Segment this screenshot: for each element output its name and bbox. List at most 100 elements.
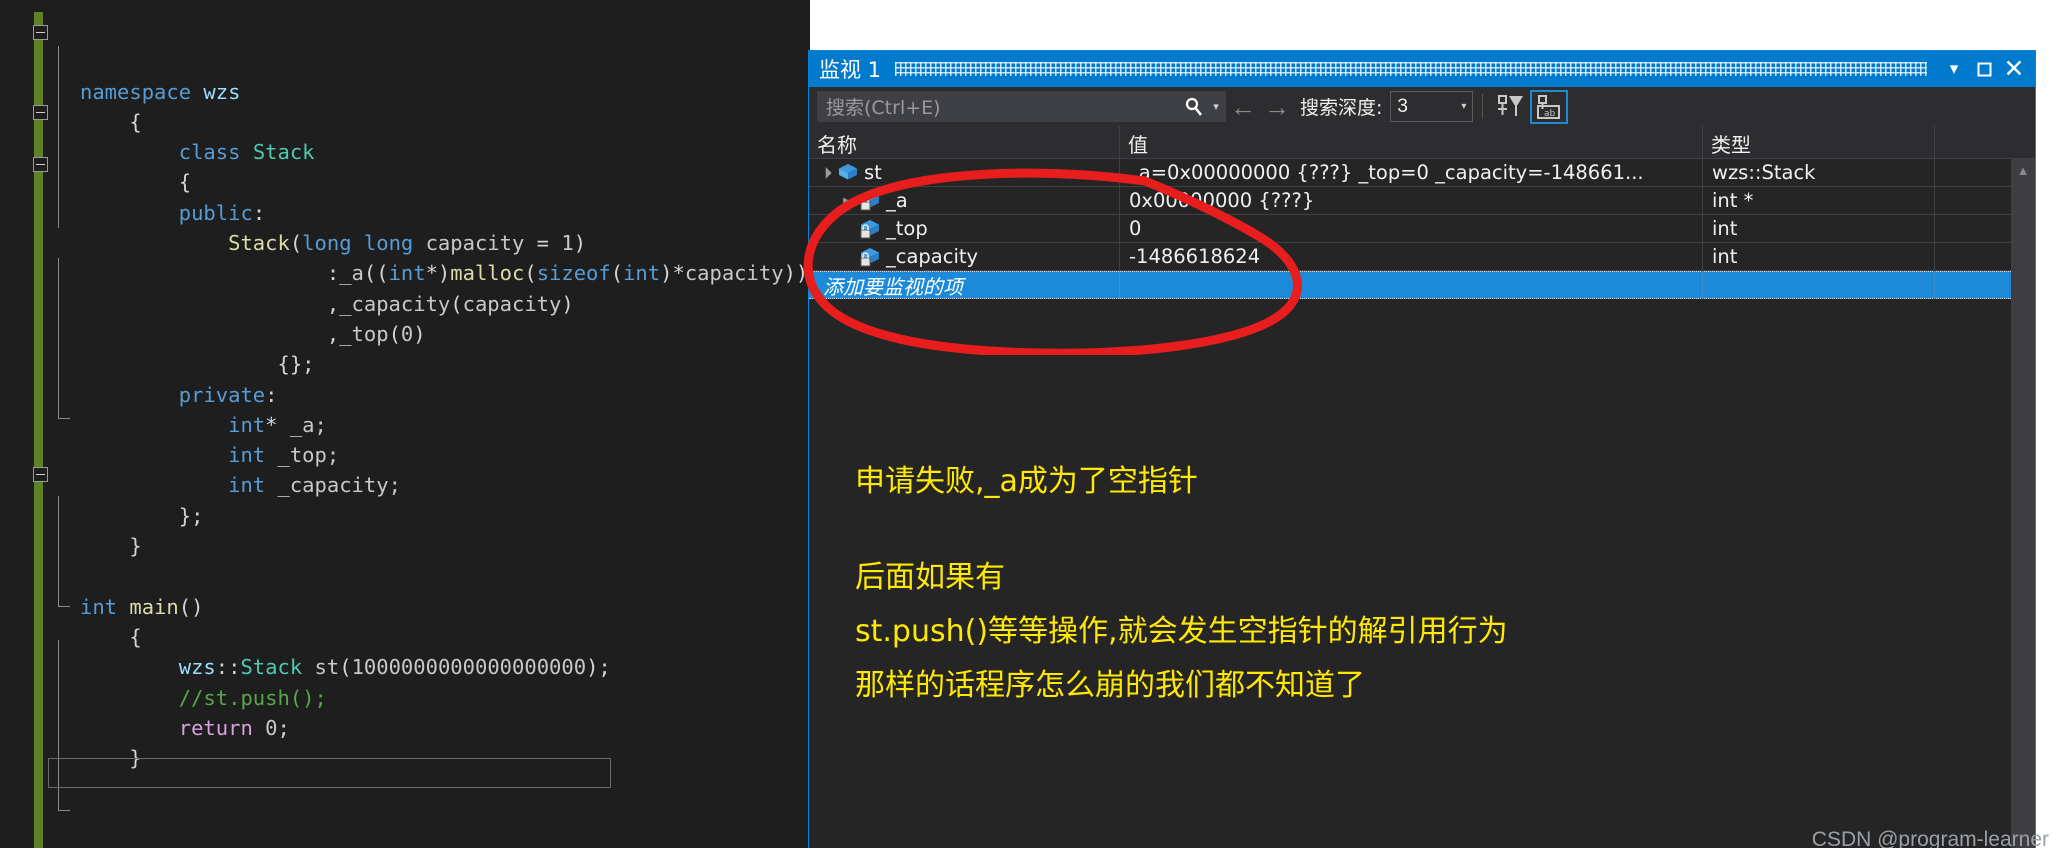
- add-watch-input[interactable]: 添加要监视的项: [809, 271, 1120, 299]
- fold-toggle-main[interactable]: [33, 467, 48, 482]
- search-options-caret[interactable]: ▾: [1207, 100, 1225, 113]
- cell-name[interactable]: _top: [809, 214, 1120, 243]
- maximize-icon[interactable]: [1969, 54, 1999, 84]
- code-token: };: [178, 503, 204, 528]
- cell-name[interactable]: st: [809, 158, 1120, 187]
- vertical-scrollbar[interactable]: ▲: [2011, 159, 2035, 859]
- code-token: 1000000000000000000: [351, 655, 587, 680]
- code-token: {: [129, 109, 142, 134]
- search-depth-select[interactable]: 3 ▾: [1390, 91, 1474, 122]
- cell-name[interactable]: _a: [809, 186, 1120, 215]
- code-token: {: [178, 170, 192, 195]
- annotation-text-block: 申请失败,_a成为了空指针 后面如果有 st.push()等等操作,就会发生空指…: [855, 455, 1905, 713]
- screen-root: namespace wzs { class Stack { public: St…: [0, 0, 2065, 860]
- code-token: (): [178, 594, 204, 619]
- column-header-spacer: [1935, 126, 2035, 158]
- code-token: wzs: [203, 79, 241, 104]
- cell-name[interactable]: _capacity: [809, 242, 1120, 271]
- cube-icon: [835, 163, 861, 183]
- code-line: {};: [50, 349, 810, 379]
- code-line: private:: [50, 380, 810, 410]
- code-line: Stack(long long capacity = 1): [50, 228, 810, 258]
- code-token: private: [178, 382, 266, 407]
- annotation-line-1: 申请失败,_a成为了空指针: [855, 464, 1198, 499]
- code-content[interactable]: namespace wzs { class Stack { public: St…: [50, 16, 810, 860]
- code-token: )): [783, 261, 809, 286]
- pin-filter-icon: [1498, 94, 1524, 116]
- cell-value[interactable]: 0x00000000 {???}: [1120, 186, 1703, 215]
- code-token: ): [561, 291, 574, 316]
- add-watch-placeholder: 添加要监视的项: [823, 274, 963, 299]
- table-row[interactable]: st _a=0x00000000 {???} _top=0 _capacity=-…: [809, 158, 2035, 187]
- scroll-up-icon[interactable]: ▲: [2011, 163, 2035, 183]
- window-menu-icon[interactable]: ▾: [1939, 54, 1969, 84]
- cube-lock-icon: [857, 191, 883, 211]
- cube-lock-icon: [857, 219, 883, 239]
- column-header-value[interactable]: 值: [1120, 126, 1703, 158]
- cell-value[interactable]: -1486618624: [1120, 242, 1703, 271]
- fold-toggle-ctor[interactable]: [33, 157, 48, 172]
- cell-type: int: [1703, 214, 1935, 243]
- search-input[interactable]: 搜索(Ctrl+E) ▾: [817, 91, 1226, 122]
- code-token: long long: [302, 231, 426, 256]
- code-token: _top;: [277, 443, 340, 468]
- search-depth-value: 3: [1397, 95, 1408, 117]
- search-prev-button[interactable]: ←: [1226, 94, 1260, 120]
- code-token: =: [524, 231, 562, 256]
- code-token: class: [178, 140, 253, 165]
- code-token: _top: [339, 321, 389, 346]
- search-next-button[interactable]: →: [1260, 94, 1294, 120]
- column-header-type[interactable]: 类型: [1703, 126, 1935, 158]
- cell-value[interactable]: _a=0x00000000 {???} _top=0 _capacity=-14…: [1120, 158, 1703, 187]
- code-line: int _capacity;: [50, 470, 810, 500]
- cube-icon: [839, 163, 857, 179]
- pin-filter-button[interactable]: [1492, 90, 1530, 124]
- grid-body[interactable]: st _a=0x00000000 {???} _top=0 _capacity=-…: [809, 158, 2035, 299]
- chevron-down-icon[interactable]: ▾: [1461, 101, 1466, 112]
- cube-lock-icon: [860, 219, 879, 238]
- watch-toolbar[interactable]: 搜索(Ctrl+E) ▾ ← → 搜索深度: 3 ▾ ab: [809, 87, 2035, 126]
- code-token: _a;: [289, 412, 327, 437]
- table-row[interactable]: _capacity -1486618624 int: [809, 242, 2035, 271]
- code-token: ,: [326, 321, 340, 346]
- add-watch-type-cell: [1703, 271, 1935, 299]
- watch-title-bar[interactable]: 监视 1 ▾ ✕: [809, 51, 2035, 87]
- cube-lock-icon: [857, 247, 883, 267]
- code-token: (: [289, 231, 303, 256]
- code-token: )*: [660, 261, 685, 286]
- page-bottom-strip: [0, 848, 2065, 860]
- code-line: {: [50, 622, 810, 652]
- cube-lock-icon: [860, 247, 879, 266]
- table-row[interactable]: _a 0x00000000 {???}int *: [809, 186, 2035, 215]
- row-name-label: _a: [886, 189, 908, 212]
- search-icon[interactable]: [1181, 96, 1207, 118]
- code-token: int: [80, 594, 130, 619]
- code-token: :: [326, 261, 340, 286]
- row-name-label: st: [864, 161, 882, 184]
- window-drag-handle[interactable]: [895, 62, 1927, 76]
- annotation-line-4: 那样的话程序怎么崩的我们都不知道了: [855, 668, 1365, 703]
- table-row[interactable]: _top 0 int: [809, 214, 2035, 243]
- search-depth-label: 搜索深度:: [1300, 97, 1383, 119]
- code-token: ): [413, 321, 426, 346]
- code-token: st: [314, 655, 340, 680]
- add-watch-row[interactable]: 添加要监视的项: [809, 271, 2035, 299]
- code-token: ,: [326, 291, 340, 316]
- code-token: capacity: [684, 261, 784, 286]
- close-icon[interactable]: ✕: [1999, 54, 2029, 84]
- fold-toggle-namespace[interactable]: [33, 25, 48, 40]
- code-editor[interactable]: namespace wzs { class Stack { public: St…: [0, 0, 810, 860]
- fold-toggle-class[interactable]: [33, 105, 48, 120]
- expander-triangle-icon[interactable]: [815, 166, 835, 179]
- cell-value[interactable]: 0: [1120, 214, 1703, 243]
- search-glyph: [1185, 97, 1203, 116]
- maximize-glyph: [1977, 62, 1991, 76]
- pin-lab-icon: ab: [1537, 94, 1561, 119]
- expander-triangle-icon[interactable]: [837, 194, 857, 207]
- hex-display-button[interactable]: ab: [1530, 89, 1569, 124]
- column-header-name[interactable]: 名称: [809, 126, 1120, 158]
- code-token: ;: [277, 715, 290, 740]
- code-token: 0: [265, 715, 278, 740]
- annotation-line-3: st.push()等等操作,就会发生空指针的解引用行为: [855, 614, 1508, 649]
